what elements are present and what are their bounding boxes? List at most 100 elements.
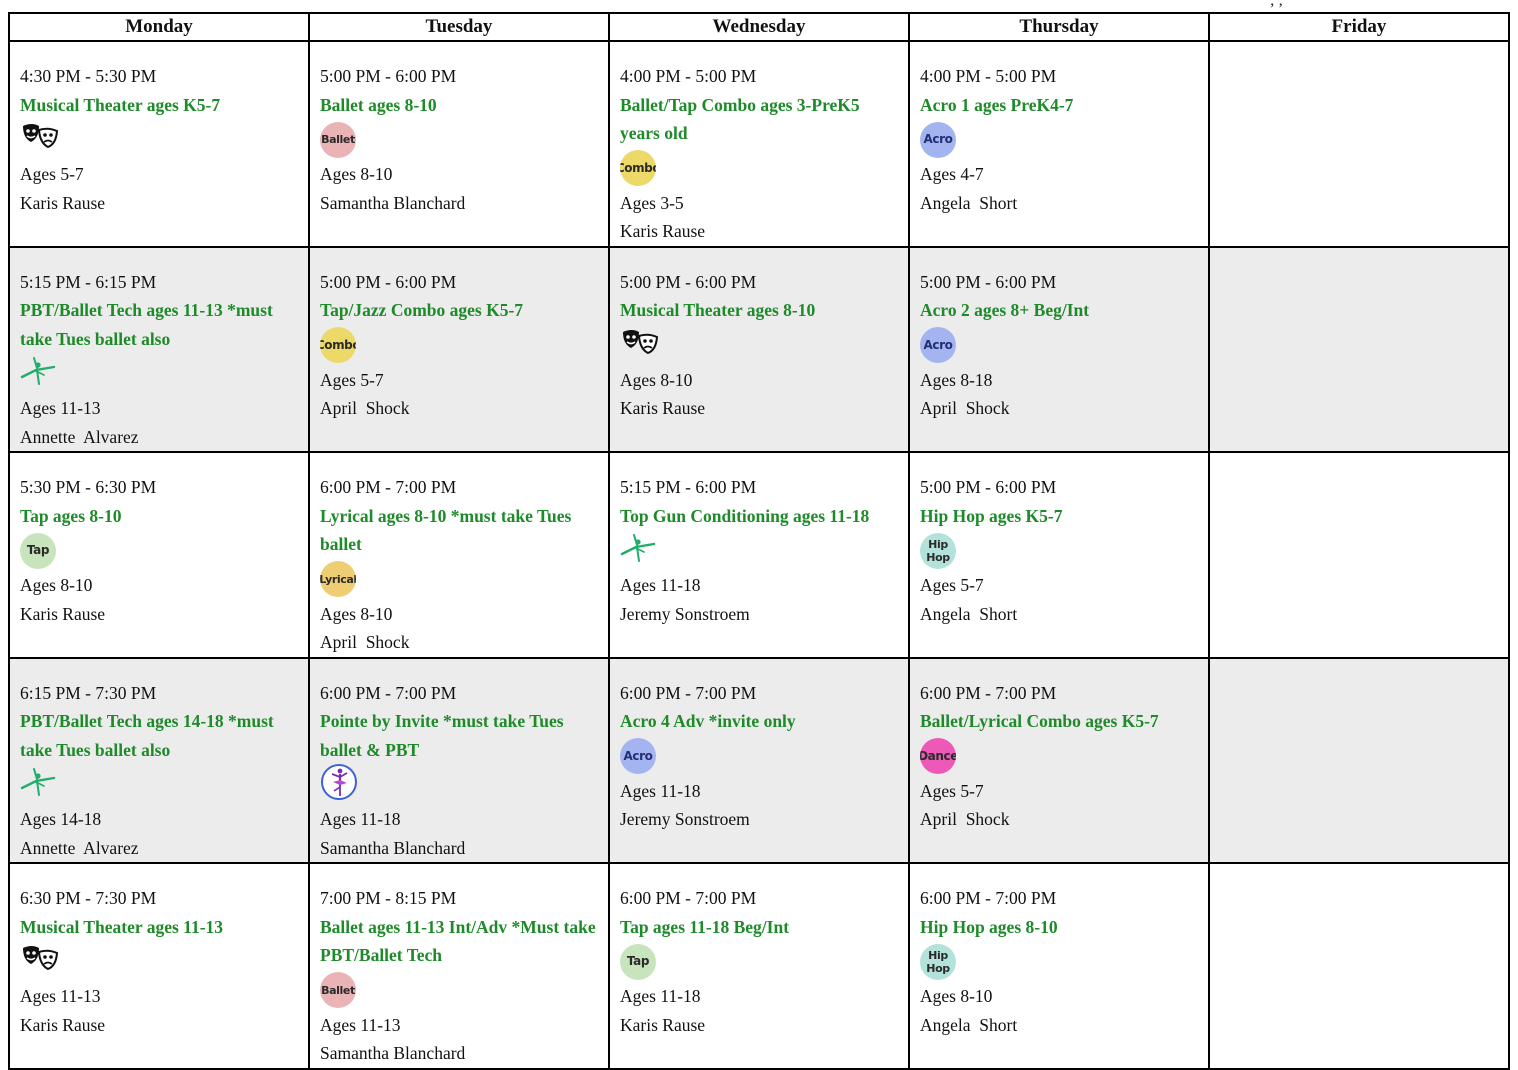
class-title: Ballet ages 11-13 Int/Adv *Must take PBT… (320, 916, 596, 966)
schedule-row: 5:30 PM - 6:30 PM Tap ages 8-10 Tap Ages 8-… (8, 451, 1510, 659)
class-teacher: Jeremy Sonstroem (620, 809, 750, 829)
class-cell-tuesday: 7:00 PM - 8:15 PM Ballet ages 11-13 Int/A… (308, 862, 610, 1070)
leaping-dancer-icon (20, 766, 58, 803)
class-teacher: Jeremy Sonstroem (620, 603, 750, 624)
class-ages: Ages 8-10 (320, 603, 393, 624)
class-title: Top Gun Conditioning ages 11-18 (620, 505, 870, 526)
class-icon-wrap: Ballet (320, 119, 599, 160)
class-ages: Ages 11-18 (620, 575, 701, 595)
class-teacher: Karis Rause (620, 221, 706, 241)
class-ages: Ages 8-10 (620, 369, 693, 390)
class-ages: Ages 11-13 (320, 1014, 401, 1035)
hiphop-badge-icon: Hip Hop (920, 532, 956, 569)
class-teacher: Angela Short (920, 603, 1018, 624)
schedule-row: 5:15 PM - 6:15 PM PBT/Ballet Tech ages 11… (8, 245, 1510, 453)
class-time: 5:00 PM - 6:00 PM (920, 477, 1057, 497)
class-icon-wrap: Acro (620, 736, 899, 777)
class-title: PBT/Ballet Tech ages 11-13 *must take Tu… (20, 300, 273, 349)
class-title: Ballet ages 8-10 (320, 94, 437, 115)
class-ages: Ages 8-10 (320, 164, 393, 184)
class-time: 4:00 PM - 5:00 PM (920, 66, 1057, 86)
class-icon-wrap: Acro (920, 119, 1199, 160)
theater-masks-icon (20, 944, 60, 979)
class-time: 4:30 PM - 5:30 PM (20, 66, 157, 86)
class-title: Musical Theater ages 8-10 (620, 300, 816, 320)
leaping-dancer-icon (620, 532, 658, 569)
class-icon-wrap: Acro (920, 325, 1199, 366)
day-header-monday: Monday (8, 12, 310, 42)
class-teacher: April Shock (920, 398, 1010, 418)
class-cell-wednesday: 5:00 PM - 6:00 PM Musical Theater ages 8-… (608, 245, 910, 453)
class-ages: Ages 3-5 (620, 192, 684, 213)
class-title: Lyrical ages 8-10 *must take Tues ballet (320, 505, 572, 555)
combo-badge-icon: Combo (620, 150, 656, 186)
class-ages: Ages 8-18 (920, 369, 993, 390)
leaping-dancer-icon (20, 355, 58, 392)
class-time: 5:00 PM - 6:00 PM (920, 271, 1057, 292)
class-icon-wrap (20, 764, 299, 805)
class-cell-wednesday: 5:15 PM - 6:00 PM Top Gun Conditioning ag… (608, 451, 910, 659)
class-time: 5:15 PM - 6:15 PM (20, 271, 157, 292)
class-time: 6:00 PM - 7:00 PM (320, 682, 457, 703)
class-time: 6:00 PM - 7:00 PM (320, 477, 457, 497)
class-icon-wrap: Tap (620, 941, 899, 982)
acro-badge-icon: Acro (620, 738, 656, 774)
class-time: 6:00 PM - 7:00 PM (620, 682, 757, 703)
class-icon-wrap (320, 764, 599, 805)
theater-masks-icon (620, 328, 660, 363)
class-icon-wrap: Ballet (320, 970, 599, 1011)
acro-badge-icon: Acro (920, 327, 956, 363)
dance-badge-icon: Dance (920, 738, 956, 774)
class-teacher: Karis Rause (20, 603, 106, 624)
class-time: 6:00 PM - 7:00 PM (620, 888, 757, 908)
class-ages: Ages 11-13 (20, 986, 101, 1006)
class-time: 5:15 PM - 6:00 PM (620, 477, 757, 497)
class-cell-thursday: 6:00 PM - 7:00 PM Ballet/Lyrical Combo ag… (908, 656, 1210, 864)
class-icon-wrap (20, 119, 299, 160)
class-ages: Ages 5-7 (920, 575, 984, 595)
class-icon-wrap (620, 325, 899, 366)
class-teacher: Angela Short (920, 192, 1018, 213)
class-ages: Ages 4-7 (920, 164, 984, 184)
ballet-badge-icon: Ballet (320, 121, 356, 158)
class-ages: Ages 11-13 (20, 398, 101, 418)
class-title: Ballet/Tap Combo ages 3-PreK5 years old (620, 94, 860, 144)
class-icon-wrap (620, 530, 899, 571)
class-cell-thursday: 6:00 PM - 7:00 PM Hip Hop ages 8-10 Hip Ho… (908, 862, 1210, 1070)
class-cell-tuesday: 5:00 PM - 6:00 PM Tap/Jazz Combo ages K5-… (308, 245, 610, 453)
class-title: Musical Theater ages 11-13 (20, 916, 224, 937)
class-ages: Ages 14-18 (20, 809, 102, 829)
class-title: Acro 2 ages 8+ Beg/Int (920, 300, 1090, 320)
class-cell-tuesday: 6:00 PM - 7:00 PM Lyrical ages 8-10 *must… (308, 451, 610, 659)
day-header-wednesday: Wednesday (608, 12, 910, 42)
day-header-thursday: Thursday (908, 12, 1210, 42)
schedule-body: 4:30 PM - 5:30 PM Musical Theater ages K5… (8, 40, 1510, 1070)
weekly-class-schedule: Monday Tuesday Wednesday Thursday Friday… (8, 12, 1510, 1070)
class-teacher: Annette Alvarez (20, 426, 139, 447)
class-time: 4:00 PM - 5:00 PM (620, 66, 757, 86)
class-ages: Ages 8-10 (20, 575, 93, 595)
class-time: 6:30 PM - 7:30 PM (20, 888, 157, 908)
class-teacher: Annette Alvarez (20, 837, 139, 858)
class-icon-wrap (20, 353, 299, 394)
class-teacher: April Shock (320, 632, 410, 652)
class-title: Pointe by Invite *must take Tues ballet … (320, 711, 564, 760)
class-cell-friday (1208, 656, 1510, 864)
class-teacher: Karis Rause (20, 1014, 106, 1035)
top-note: ; ; (1270, 0, 1283, 9)
class-teacher: Samantha Blanchard (320, 192, 466, 213)
day-header-row: Monday Tuesday Wednesday Thursday Friday (8, 12, 1510, 42)
class-teacher: Samantha Blanchard (320, 1043, 466, 1063)
day-header-tuesday: Tuesday (308, 12, 610, 42)
tap-badge-icon: Tap (620, 943, 656, 980)
class-cell-friday (1208, 40, 1510, 248)
class-time: 5:00 PM - 6:00 PM (320, 271, 457, 292)
class-icon-wrap: Combo (620, 148, 899, 189)
tap-badge-icon: Tap (20, 532, 56, 569)
class-icon-wrap: Dance (920, 736, 1199, 777)
schedule-row: 6:30 PM - 7:30 PM Musical Theater ages 11… (8, 862, 1510, 1070)
class-ages: Ages 5-7 (320, 369, 384, 390)
pointe-ballerina-icon (320, 763, 358, 806)
schedule-row: 4:30 PM - 5:30 PM Musical Theater ages K5… (8, 40, 1510, 248)
class-title: Musical Theater ages K5-7 (20, 94, 221, 115)
